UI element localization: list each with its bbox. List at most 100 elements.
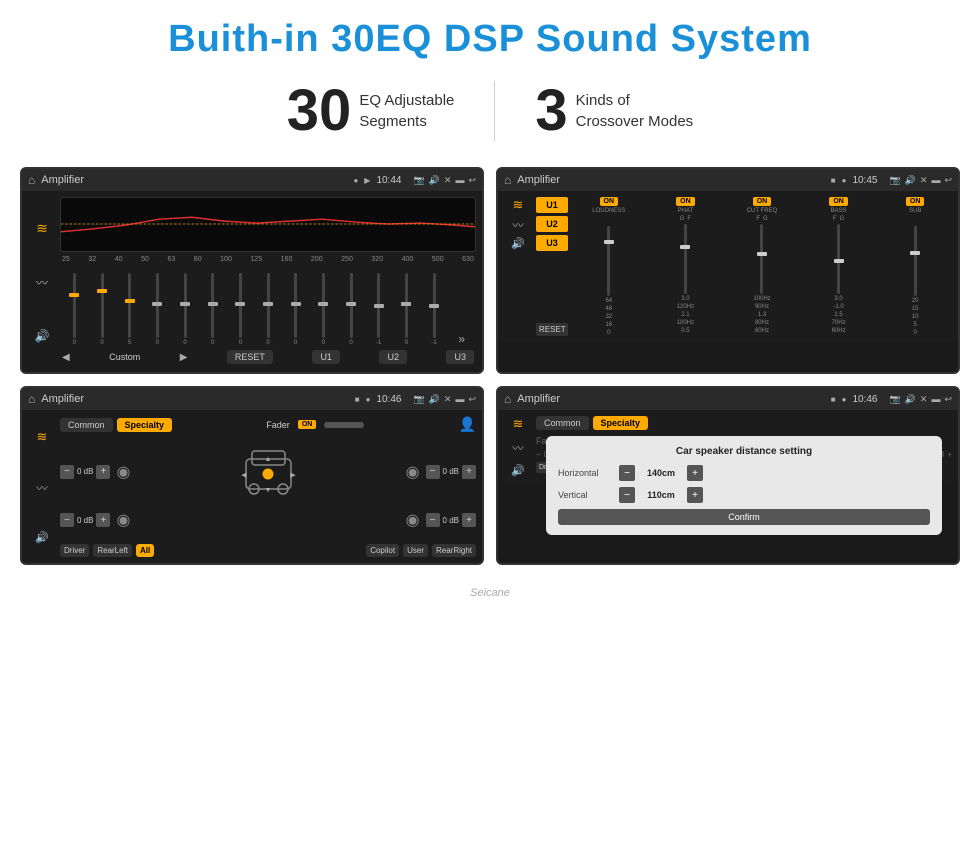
back-icon-2[interactable]: ↩ — [944, 175, 952, 186]
spk-icon-1[interactable]: ≋ — [37, 429, 48, 445]
xover-u3-btn[interactable]: U3 — [536, 235, 568, 251]
pos-user[interactable]: User — [403, 544, 428, 557]
dist-horizontal-plus[interactable]: + — [687, 465, 703, 481]
spk-minus-tr[interactable]: − — [426, 465, 440, 479]
xover-phat-label[interactable]: ON — [676, 197, 695, 206]
minimize-icon[interactable]: ▬ — [455, 175, 464, 185]
slider-7[interactable]: 0 — [228, 273, 253, 346]
pos-driver[interactable]: Driver — [60, 544, 89, 557]
close-icon-4[interactable]: ✕ — [920, 394, 928, 405]
spk-tab-specialty[interactable]: Specialty — [117, 418, 173, 432]
back-icon-3[interactable]: ↩ — [468, 394, 476, 405]
back-icon[interactable]: ↩ — [468, 175, 476, 186]
eq-icon-1[interactable]: ≋ — [36, 220, 48, 237]
spk-plus-bl[interactable]: + — [96, 513, 110, 527]
home-icon[interactable]: ⌂ — [28, 173, 35, 187]
dist-icon-3[interactable]: 🔊 — [511, 464, 525, 477]
minimize-icon-4[interactable]: ▬ — [931, 394, 940, 404]
home-icon-2[interactable]: ⌂ — [504, 173, 511, 187]
slider-12[interactable]: -1 — [366, 273, 391, 346]
spk-plus-br[interactable]: + — [462, 513, 476, 527]
xover-sub-slider[interactable] — [914, 226, 917, 296]
slider-track-13[interactable] — [405, 273, 408, 338]
minimize-icon-3[interactable]: ▬ — [455, 394, 464, 404]
xover-sub-label[interactable]: ON — [906, 197, 925, 206]
back-icon-4[interactable]: ↩ — [944, 394, 952, 405]
slider-track-2[interactable] — [101, 273, 104, 338]
slider-track-7[interactable] — [239, 273, 242, 338]
slider-track-3[interactable] — [128, 273, 131, 338]
eq-prev-btn[interactable]: ◀ — [62, 352, 70, 363]
reset-btn[interactable]: RESET — [227, 350, 273, 364]
xover-u2-btn[interactable]: U2 — [536, 216, 568, 232]
spk-plus-tr[interactable]: + — [462, 465, 476, 479]
dist-icon-2[interactable]: 〰 — [513, 440, 524, 456]
xover-loudness-label[interactable]: ON — [600, 197, 619, 206]
slider-2[interactable]: 0 — [90, 273, 115, 346]
pos-rearright[interactable]: RearRight — [432, 544, 476, 557]
slider-track-6[interactable] — [211, 273, 214, 338]
slider-8[interactable]: 0 — [256, 273, 281, 346]
slider-6[interactable]: 0 — [200, 273, 225, 346]
xover-reset-btn[interactable]: RESET — [536, 323, 568, 336]
home-icon-3[interactable]: ⌂ — [28, 392, 35, 406]
spk-minus-bl[interactable]: − — [60, 513, 74, 527]
slider-4[interactable]: 0 — [145, 273, 170, 346]
xover-bass-slider[interactable] — [837, 224, 840, 294]
u2-btn[interactable]: U2 — [379, 350, 407, 364]
dist-tab-common[interactable]: Common — [536, 416, 589, 430]
spk-icon-3[interactable]: 🔊 — [35, 531, 49, 544]
spk-tab-common[interactable]: Common — [60, 418, 113, 432]
u3-btn[interactable]: U3 — [446, 350, 474, 364]
eq-icon-3[interactable]: 🔊 — [35, 329, 50, 343]
home-icon-4[interactable]: ⌂ — [504, 392, 511, 406]
dist-horizontal-minus[interactable]: − — [619, 465, 635, 481]
spk-plus-tl[interactable]: + — [96, 465, 110, 479]
slider-track-1[interactable] — [73, 273, 76, 338]
eq-icon-2[interactable]: 〰 — [36, 274, 48, 291]
pos-all[interactable]: All — [136, 544, 154, 557]
xover-u1-btn[interactable]: U1 — [536, 197, 568, 213]
dist-vertical-minus[interactable]: − — [619, 487, 635, 503]
xover-loudness-slider[interactable] — [607, 226, 610, 296]
slider-track-4[interactable] — [156, 273, 159, 338]
spk-icon-2[interactable]: 〰 — [37, 480, 48, 496]
xover-icon-1[interactable]: ≋ — [513, 197, 524, 213]
xover-phat-slider[interactable] — [684, 224, 687, 294]
slider-track-11[interactable] — [350, 273, 353, 338]
slider-track-8[interactable] — [267, 273, 270, 338]
slider-11[interactable]: 0 — [339, 273, 364, 346]
slider-track-10[interactable] — [322, 273, 325, 338]
xover-icon-2[interactable]: 〰 — [513, 217, 524, 233]
xover-bass-label[interactable]: ON — [829, 197, 848, 206]
fader-slider[interactable] — [324, 422, 364, 428]
xover-cutfreq-slider[interactable] — [760, 224, 763, 294]
dist-icon-1[interactable]: ≋ — [513, 416, 524, 432]
dist-confirm-btn[interactable]: Confirm — [558, 509, 930, 525]
minimize-icon-2[interactable]: ▬ — [931, 175, 940, 185]
dist-tab-specialty[interactable]: Specialty — [593, 416, 649, 430]
slider-track-12[interactable] — [377, 273, 380, 338]
slider-14[interactable]: -1 — [422, 273, 447, 346]
slider-3[interactable]: 5 — [117, 273, 142, 346]
slider-10[interactable]: 0 — [311, 273, 336, 346]
slider-track-14[interactable] — [433, 273, 436, 338]
close-icon-3[interactable]: ✕ — [444, 394, 452, 405]
xover-cutfreq-label[interactable]: ON — [753, 197, 772, 206]
xover-icon-3[interactable]: 🔊 — [511, 237, 525, 250]
u1-btn[interactable]: U1 — [312, 350, 340, 364]
slider-track-5[interactable] — [184, 273, 187, 338]
close-icon-2[interactable]: ✕ — [920, 175, 928, 186]
slider-13[interactable]: 0 — [394, 273, 419, 346]
eq-next-btn[interactable]: ▶ — [180, 352, 188, 363]
slider-9[interactable]: 0 — [283, 273, 308, 346]
pos-copilot[interactable]: Copilot — [366, 544, 399, 557]
dist-vertical-plus[interactable]: + — [687, 487, 703, 503]
pos-rearleft[interactable]: RearLeft — [93, 544, 132, 557]
slider-track-9[interactable] — [294, 273, 297, 338]
slider-1[interactable]: 0 — [62, 273, 87, 346]
spk-minus-br[interactable]: − — [426, 513, 440, 527]
spk-minus-tl[interactable]: − — [60, 465, 74, 479]
close-icon[interactable]: ✕ — [444, 175, 452, 186]
slider-5[interactable]: 0 — [173, 273, 198, 346]
